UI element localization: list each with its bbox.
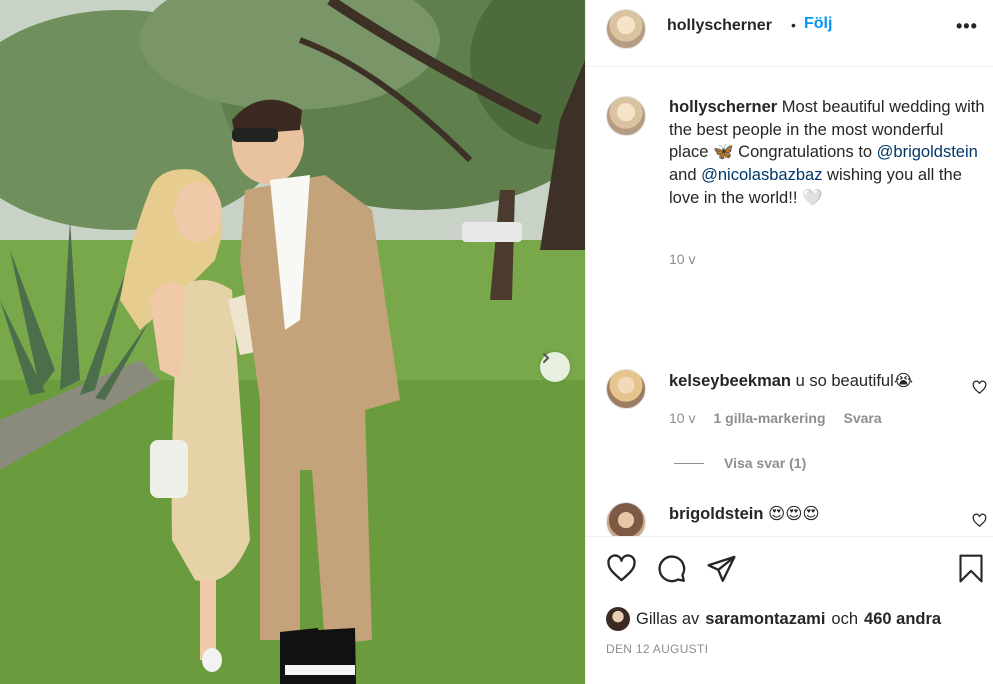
post-actions: Gillas av saramontazami och 460 andra DE…: [586, 536, 993, 684]
chevron-right-icon: [543, 353, 550, 363]
comment-meta: 10 v 1 gilla-markering Svara: [669, 410, 882, 426]
post-caption: hollyscherner Most beautiful wedding wit…: [669, 96, 987, 210]
comment: kelseybeekman u so beautiful😭: [669, 371, 913, 391]
comment-likes-count[interactable]: 1 gilla-markering: [713, 410, 825, 426]
post-header: hollyscherner • Följ •••: [586, 0, 993, 67]
paper-plane-icon[interactable]: [706, 553, 737, 584]
bookmark-icon[interactable]: [957, 553, 985, 584]
author-username[interactable]: hollyscherner: [667, 17, 772, 35]
comment: brigoldstein 😍😍😍: [669, 504, 820, 524]
heart-icon[interactable]: [972, 380, 987, 395]
comment-text: u so beautiful😭: [791, 372, 914, 390]
comment-icon[interactable]: [656, 553, 687, 584]
divider-line: [674, 462, 704, 464]
mention-nicolasbazbaz[interactable]: @nicolasbazbaz: [701, 166, 822, 184]
follow-button[interactable]: Följ: [804, 15, 832, 33]
post-photo[interactable]: [0, 0, 585, 684]
likes-prefix: Gillas av: [636, 609, 700, 628]
view-replies-button[interactable]: Visa svar (1): [674, 455, 806, 471]
photo-illustration: [0, 0, 585, 684]
view-replies-label: Visa svar (1): [724, 455, 807, 471]
caption-text: and: [669, 166, 702, 185]
caption-avatar[interactable]: [606, 96, 646, 136]
next-photo-button[interactable]: [540, 352, 570, 382]
liker-avatar[interactable]: [606, 607, 630, 631]
comment-text: 😍😍😍: [763, 505, 820, 523]
separator-dot: •: [791, 17, 796, 33]
commenter-avatar[interactable]: [606, 369, 646, 409]
comment-username[interactable]: brigoldstein: [669, 505, 763, 523]
heart-icon[interactable]: [606, 553, 637, 584]
post-date[interactable]: DEN 12 AUGUSTI: [606, 642, 708, 656]
author-avatar[interactable]: [606, 9, 646, 49]
heart-icon[interactable]: [972, 513, 987, 528]
caption-username[interactable]: hollyscherner: [669, 98, 777, 116]
likes-and: och: [831, 609, 859, 628]
mention-brigoldstein[interactable]: @brigoldstein: [877, 143, 978, 161]
likes-summary: Gillas av saramontazami och 460 andra: [606, 607, 941, 631]
comment-username[interactable]: kelseybeekman: [669, 372, 791, 390]
liker-username[interactable]: saramontazami: [705, 610, 825, 629]
likes-others-count[interactable]: 460 andra: [864, 610, 941, 629]
more-icon[interactable]: •••: [956, 16, 978, 37]
caption-timestamp[interactable]: 10 v: [669, 251, 695, 267]
reply-button[interactable]: Svara: [844, 410, 882, 426]
post-details-panel: hollyscherner • Följ ••• hollyscherner M…: [585, 0, 993, 684]
comment-timestamp[interactable]: 10 v: [669, 410, 695, 426]
